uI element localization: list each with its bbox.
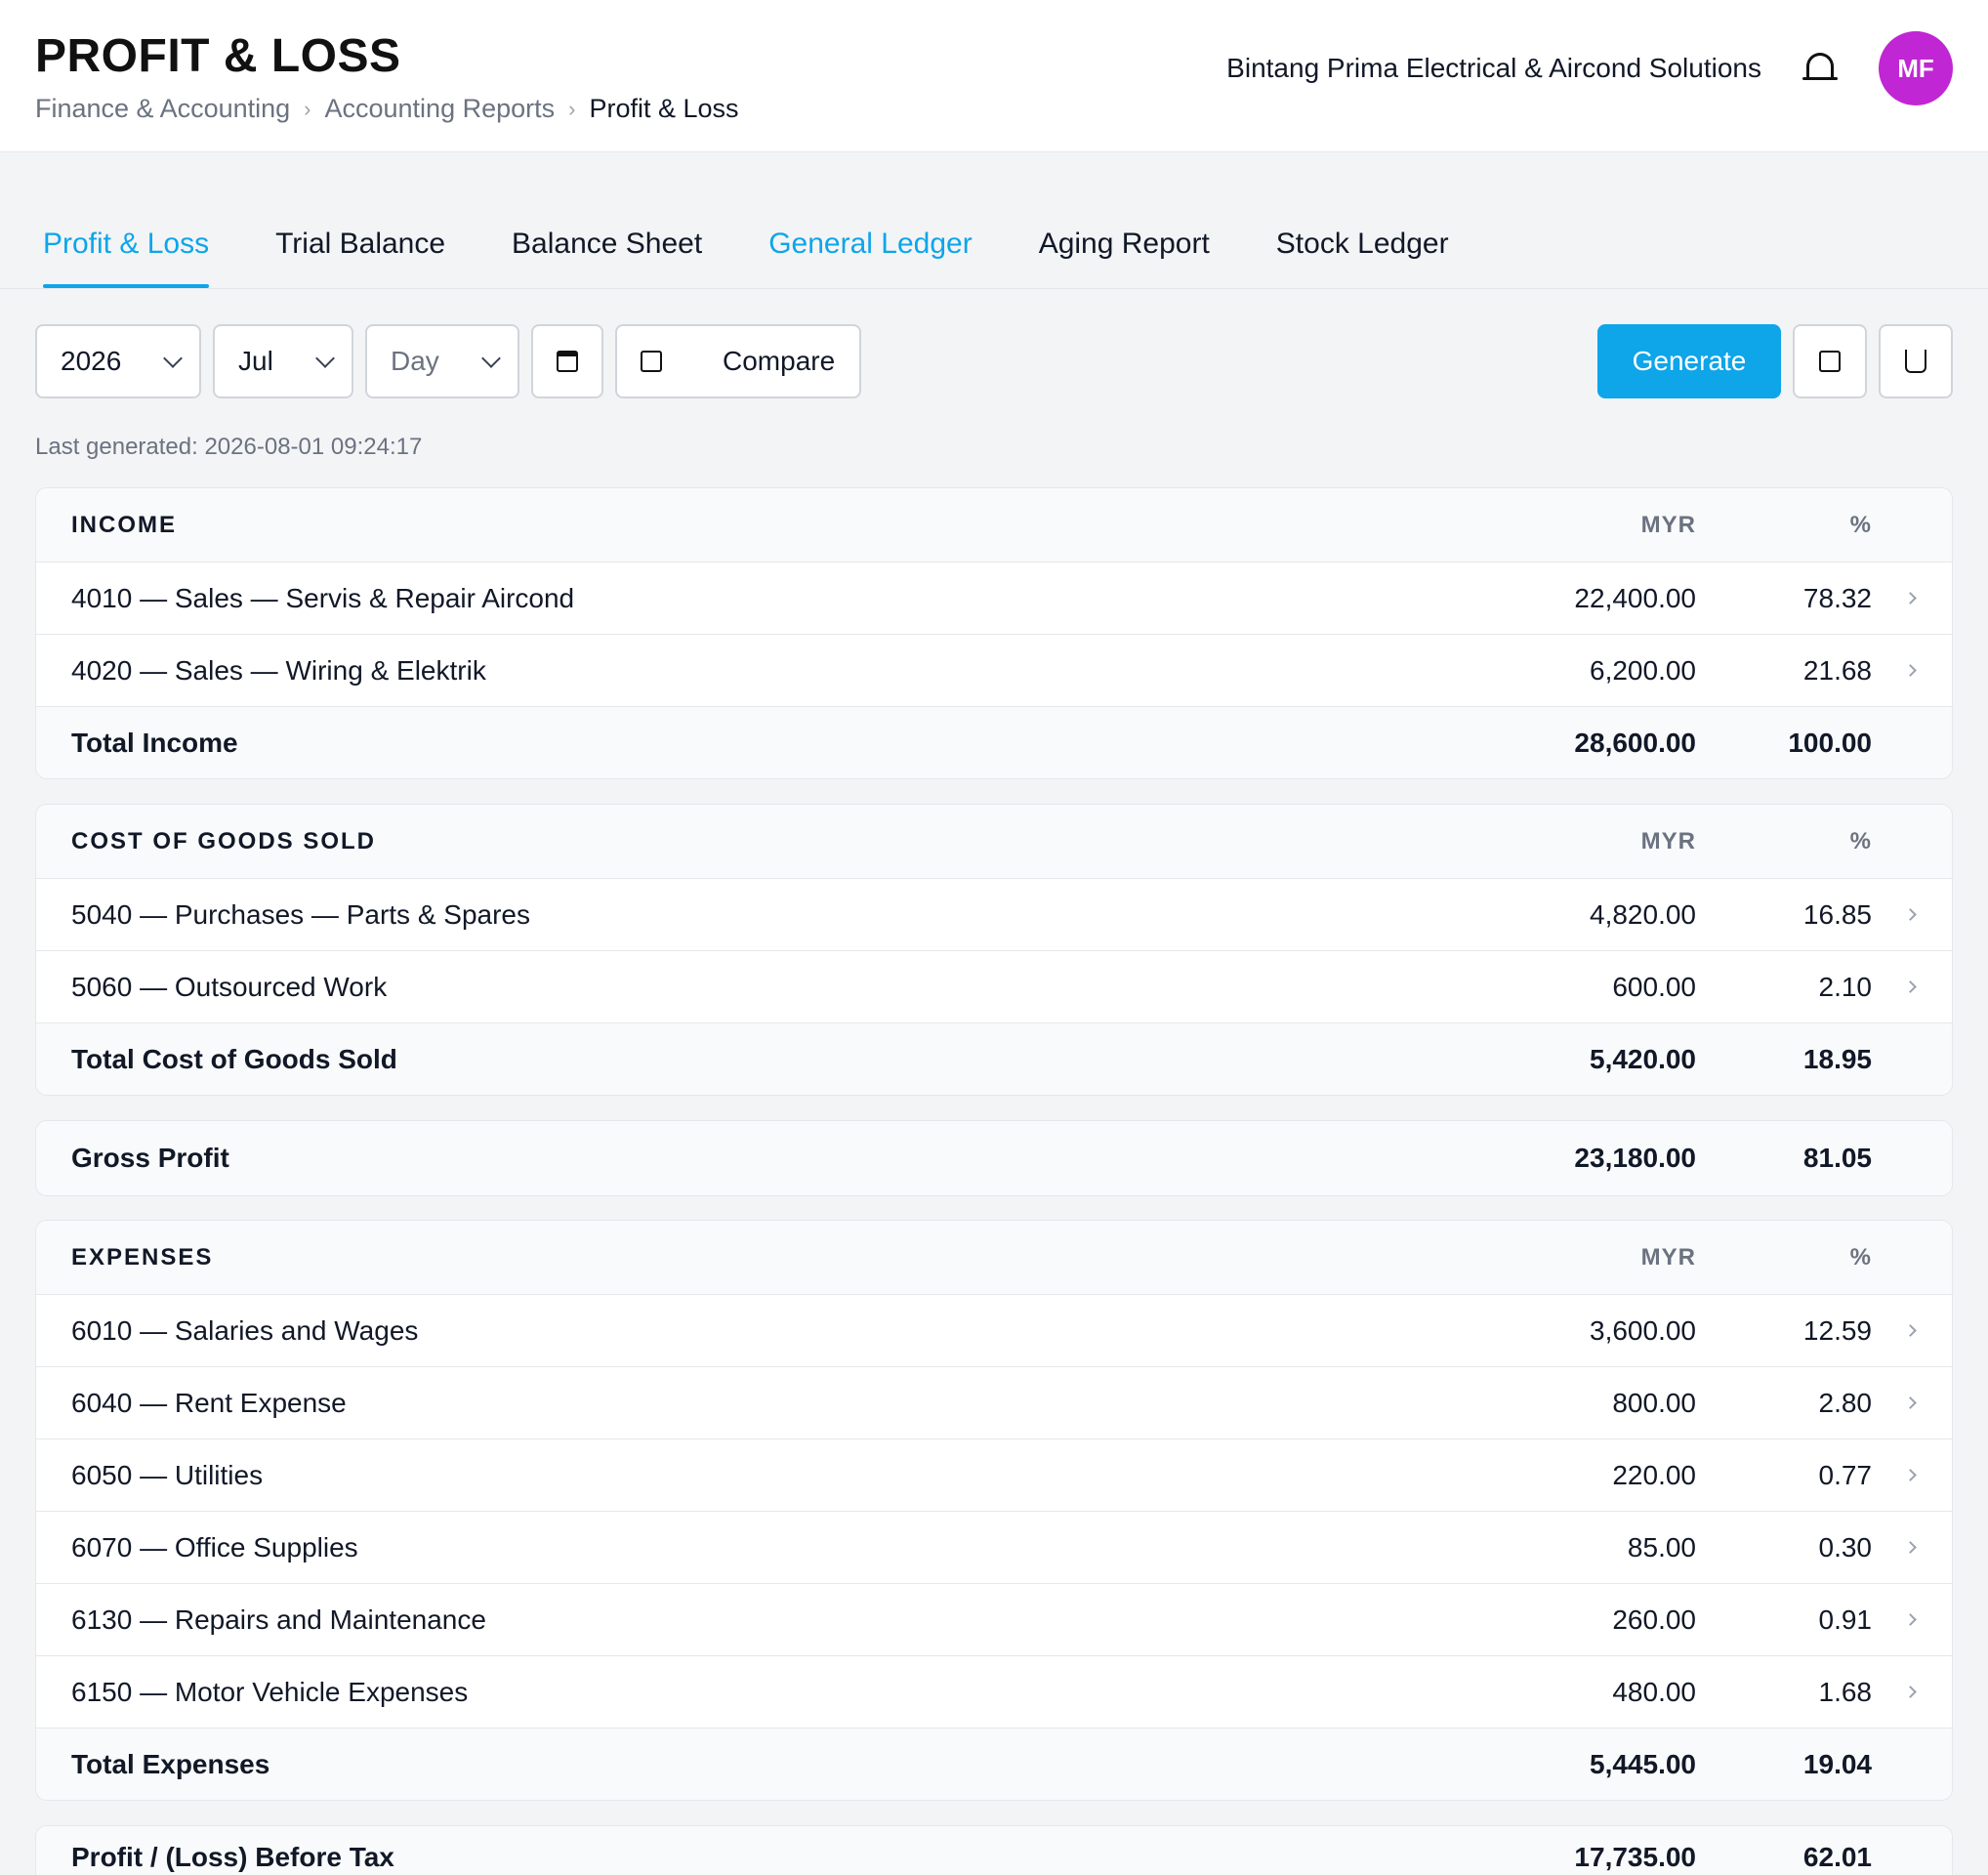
income-section: INCOME MYR % 4010 — Sales — Servis & Rep…: [35, 487, 1953, 779]
total-amount: 5,420.00: [1590, 1043, 1696, 1074]
total-percent: 18.95: [1802, 1043, 1872, 1074]
account-percent: 0.91: [1818, 1604, 1873, 1635]
account-amount: 600.00: [1612, 971, 1696, 1002]
header-actions: Bintang Prima Electrical & Aircond Solut…: [1226, 31, 1953, 105]
gross-profit-section: Gross Profit 23,180.00 81.05: [35, 1120, 1953, 1196]
profit-before-tax-row: Profit / (Loss) Before Tax 17,735.00 62.…: [36, 1826, 1952, 1875]
report-toolbar: 2026 Jul Day Compare Generate: [35, 324, 1953, 398]
section-header: EXPENSES MYR %: [36, 1221, 1952, 1294]
expenses-section: EXPENSES MYR % 6010 — Salaries and Wages…: [35, 1220, 1953, 1801]
account-row[interactable]: 6130 — Repairs and Maintenance 260.00 0.…: [36, 1583, 1952, 1655]
chevron-down-icon: [163, 349, 183, 368]
account-amount: 85.00: [1627, 1531, 1696, 1562]
last-generated-timestamp: Last generated: 2026-08-01 09:24:17: [35, 434, 423, 460]
chevron-down-icon: [315, 349, 335, 368]
profit-before-tax-section: Profit / (Loss) Before Tax 17,735.00 62.…: [35, 1825, 1953, 1875]
page-header: PROFIT & LOSS Finance & Accounting › Acc…: [0, 0, 1988, 152]
column-header-amount: MYR: [1640, 827, 1696, 854]
account-percent: 0.77: [1818, 1459, 1873, 1490]
total-amount: 5,445.00: [1590, 1748, 1696, 1779]
account-row[interactable]: 5040 — Purchases — Parts & Spares 4,820.…: [36, 878, 1952, 950]
account-amount: 220.00: [1612, 1459, 1696, 1490]
profit-before-tax-percent: 62.01: [1802, 1842, 1872, 1872]
breadcrumb-accounting-reports[interactable]: Accounting Reports: [325, 94, 556, 124]
breadcrumb-current: Profit & Loss: [589, 94, 739, 123]
tab-profit-loss[interactable]: Profit & Loss: [43, 228, 210, 288]
account-percent: 2.80: [1818, 1387, 1873, 1418]
tab-balance-sheet[interactable]: Balance Sheet: [512, 228, 702, 288]
account-percent: 1.68: [1818, 1676, 1873, 1707]
column-header-amount: MYR: [1640, 1243, 1696, 1271]
section-header: COST OF GOODS SOLD MYR %: [36, 805, 1952, 878]
total-row: Total Cost of Goods Sold 5,420.00 18.95: [36, 1022, 1952, 1095]
account-amount: 3,600.00: [1590, 1314, 1696, 1346]
avatar[interactable]: MF: [1879, 31, 1953, 105]
print-icon: [1905, 350, 1926, 373]
tab-general-ledger[interactable]: General Ledger: [768, 228, 972, 288]
total-row: Total Expenses 5,445.00 19.04: [36, 1728, 1952, 1800]
year-select[interactable]: 2026: [35, 324, 201, 398]
day-select[interactable]: Day: [365, 324, 519, 398]
column-header-percent: %: [1849, 827, 1872, 854]
column-header-percent: %: [1849, 511, 1872, 538]
print-button[interactable]: [1879, 324, 1953, 398]
account-percent: 21.68: [1802, 654, 1872, 686]
account-percent: 78.32: [1802, 582, 1872, 613]
page-title: PROFIT & LOSS: [35, 30, 401, 82]
export-button[interactable]: [1793, 324, 1867, 398]
account-row[interactable]: 6070 — Office Supplies 85.00 0.30: [36, 1511, 1952, 1583]
report-tabs: Profit & Loss Trial Balance Balance Shee…: [0, 152, 1988, 289]
gross-profit-percent: 81.05: [1802, 1143, 1872, 1173]
day-select-placeholder: Day: [391, 346, 439, 376]
total-percent: 19.04: [1802, 1748, 1872, 1779]
total-amount: 28,600.00: [1574, 727, 1696, 758]
tab-stock-ledger[interactable]: Stock Ledger: [1276, 228, 1449, 288]
cogs-section: COST OF GOODS SOLD MYR % 5040 — Purchase…: [35, 804, 1953, 1096]
account-percent: 12.59: [1802, 1314, 1872, 1346]
account-amount: 22,400.00: [1574, 582, 1696, 613]
export-icon: [1819, 351, 1841, 372]
account-row[interactable]: 5060 — Outsourced Work 600.00 2.10: [36, 950, 1952, 1022]
breadcrumb-separator-icon: ›: [568, 96, 576, 121]
account-row[interactable]: 6040 — Rent Expense 800.00 2.80: [36, 1366, 1952, 1438]
column-header-amount: MYR: [1640, 511, 1696, 538]
gross-profit-amount: 23,180.00: [1574, 1143, 1696, 1173]
chevron-down-icon: [481, 349, 501, 368]
total-row: Total Income 28,600.00 100.00: [36, 706, 1952, 778]
checkbox-icon: [641, 351, 662, 372]
account-percent: 2.10: [1818, 971, 1873, 1002]
year-select-value: 2026: [61, 346, 122, 376]
breadcrumb: Finance & Accounting › Accounting Report…: [35, 94, 739, 124]
account-percent: 0.30: [1818, 1531, 1873, 1562]
account-row[interactable]: 4010 — Sales — Servis & Repair Aircond 2…: [36, 562, 1952, 634]
account-amount: 800.00: [1612, 1387, 1696, 1418]
calendar-button[interactable]: [531, 324, 603, 398]
account-percent: 16.85: [1802, 898, 1872, 930]
tab-aging-report[interactable]: Aging Report: [1039, 228, 1210, 288]
compare-toggle[interactable]: Compare: [615, 324, 861, 398]
account-amount: 4,820.00: [1590, 898, 1696, 930]
breadcrumb-separator-icon: ›: [304, 96, 311, 121]
profit-before-tax-amount: 17,735.00: [1574, 1842, 1696, 1872]
tab-trial-balance[interactable]: Trial Balance: [275, 228, 445, 288]
calendar-icon: [557, 351, 578, 372]
month-select[interactable]: Jul: [213, 324, 353, 398]
section-header: INCOME MYR %: [36, 488, 1952, 562]
account-amount: 260.00: [1612, 1604, 1696, 1635]
account-row[interactable]: 6010 — Salaries and Wages 3,600.00 12.59: [36, 1294, 1952, 1366]
compare-label: Compare: [723, 346, 836, 376]
account-amount: 480.00: [1612, 1676, 1696, 1707]
bell-icon[interactable]: [1801, 49, 1840, 88]
company-name: Bintang Prima Electrical & Aircond Solut…: [1226, 53, 1761, 83]
month-select-value: Jul: [238, 346, 273, 376]
total-percent: 100.00: [1788, 727, 1872, 758]
account-row[interactable]: 6050 — Utilities 220.00 0.77: [36, 1438, 1952, 1511]
account-row[interactable]: 4020 — Sales — Wiring & Elektrik 6,200.0…: [36, 634, 1952, 706]
account-row[interactable]: 6150 — Motor Vehicle Expenses 480.00 1.6…: [36, 1655, 1952, 1728]
column-header-percent: %: [1849, 1243, 1872, 1271]
breadcrumb-finance-accounting[interactable]: Finance & Accounting: [35, 94, 290, 124]
generate-button[interactable]: Generate: [1597, 324, 1781, 398]
account-amount: 6,200.00: [1590, 654, 1696, 686]
gross-profit-row: Gross Profit 23,180.00 81.05: [36, 1121, 1952, 1195]
